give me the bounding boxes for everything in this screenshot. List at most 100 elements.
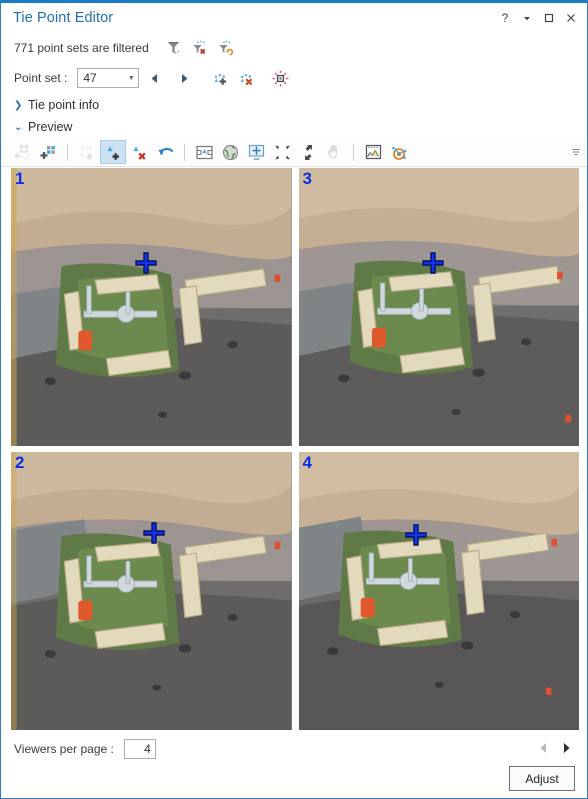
viewer-1[interactable]: 1 bbox=[11, 168, 292, 446]
viewer-number: 4 bbox=[302, 453, 312, 472]
image-statistics-button[interactable] bbox=[360, 140, 386, 164]
tie-point-crosshair bbox=[405, 524, 427, 547]
filter-refresh-icon bbox=[219, 39, 233, 55]
point-set-bar: Point set : 47 ▼ bbox=[1, 62, 587, 94]
toolbar-separator bbox=[67, 143, 68, 161]
aerial-image bbox=[298, 168, 579, 446]
add-tie-point-button[interactable] bbox=[100, 140, 126, 164]
target-residuals-button[interactable] bbox=[386, 140, 412, 164]
hand-icon bbox=[327, 144, 337, 159]
next-point-set-button[interactable] bbox=[169, 66, 199, 90]
adjust-row: Adjust bbox=[1, 766, 587, 791]
question-mark-icon: ? bbox=[501, 11, 509, 25]
image-chart-icon bbox=[365, 144, 381, 159]
viewer-number: 1 bbox=[15, 169, 25, 188]
clear-filter-button[interactable] bbox=[187, 36, 213, 60]
expand-arrows-icon bbox=[304, 144, 312, 160]
tie-point-editor-window: Tie Point Editor ? 771 point sets are fi… bbox=[0, 0, 588, 799]
center-point-icon bbox=[248, 144, 264, 160]
preview-label: Preview bbox=[28, 120, 73, 134]
point-set-select[interactable]: 47 ▼ bbox=[77, 68, 140, 88]
target-icon bbox=[391, 145, 407, 160]
next-page-button[interactable] bbox=[560, 741, 573, 758]
single-add-point-icon bbox=[106, 146, 119, 160]
chevron-down-icon: ▼ bbox=[127, 74, 135, 82]
point-set-add-icon bbox=[214, 72, 226, 85]
expand-viewers-button[interactable] bbox=[295, 140, 321, 164]
arrow-right-icon bbox=[181, 73, 188, 83]
point-set-value: 47 bbox=[83, 71, 97, 85]
toolbar-overflow-button[interactable] bbox=[565, 140, 587, 164]
filter-icon bbox=[167, 41, 180, 53]
flash-icon bbox=[272, 70, 289, 86]
preview-toolbar bbox=[1, 138, 587, 167]
maximize-button[interactable] bbox=[539, 8, 559, 28]
auto-add-point-icon bbox=[79, 145, 92, 159]
footer-bar: Viewers per page : 4 Adjust bbox=[1, 732, 587, 798]
tie-point-info-label: Tie point info bbox=[28, 98, 100, 112]
viewer-grid: 1 3 2 4 bbox=[1, 167, 587, 732]
reset-tie-points-button[interactable] bbox=[9, 140, 35, 164]
pan-tool-button[interactable] bbox=[321, 140, 347, 164]
viewer-number: 3 bbox=[302, 169, 312, 188]
tie-point-crosshair bbox=[134, 251, 157, 274]
add-point-set-button[interactable] bbox=[207, 66, 233, 90]
point-set-delete-icon bbox=[240, 72, 253, 85]
adjust-button[interactable]: Adjust bbox=[509, 766, 575, 791]
chevron-down-icon bbox=[572, 148, 580, 156]
aerial-image bbox=[11, 168, 292, 446]
close-icon bbox=[567, 14, 575, 22]
arrow-left-icon bbox=[540, 742, 546, 753]
center-point-button[interactable] bbox=[243, 140, 269, 164]
viewer-4[interactable]: 4 bbox=[298, 452, 579, 730]
auto-add-tie-point-button[interactable] bbox=[74, 140, 100, 164]
chevron-right-icon: ❯ bbox=[14, 99, 23, 111]
viewer-2[interactable]: 2 bbox=[11, 452, 292, 730]
undo-arrow-icon bbox=[157, 147, 173, 155]
flash-point-set-button[interactable] bbox=[267, 66, 293, 90]
collapse-arrows-icon bbox=[274, 145, 290, 159]
refresh-filter-button[interactable] bbox=[213, 36, 239, 60]
viewer-3[interactable]: 3 bbox=[298, 168, 579, 446]
undo-button[interactable] bbox=[152, 140, 178, 164]
viewers-per-page-row: Viewers per page : 4 bbox=[1, 732, 587, 766]
chevron-down-icon bbox=[524, 17, 530, 21]
help-button[interactable]: ? bbox=[495, 8, 515, 28]
filter-bar: 771 point sets are filtered bbox=[1, 33, 587, 62]
previous-page-button[interactable] bbox=[537, 741, 550, 758]
aerial-image bbox=[11, 452, 292, 730]
close-button[interactable] bbox=[561, 8, 581, 28]
globe-view-button[interactable] bbox=[217, 140, 243, 164]
add-points-icon bbox=[40, 145, 55, 159]
viewers-per-page-input[interactable]: 4 bbox=[123, 739, 156, 759]
toolbar-separator bbox=[353, 143, 354, 161]
arrow-right-icon bbox=[564, 742, 570, 753]
single-delete-point-icon bbox=[132, 146, 146, 160]
filter-point-sets-button[interactable] bbox=[161, 36, 187, 60]
tie-point-crosshair bbox=[422, 251, 444, 274]
arrow-left-icon bbox=[151, 73, 157, 83]
tie-point-crosshair bbox=[143, 521, 165, 544]
page-navigation bbox=[537, 741, 587, 758]
delete-point-set-button[interactable] bbox=[233, 66, 259, 90]
fit-to-display-button[interactable] bbox=[191, 140, 217, 164]
previous-point-set-button[interactable] bbox=[139, 66, 169, 90]
window-controls: ? bbox=[495, 8, 581, 28]
filter-clear-icon bbox=[193, 39, 206, 54]
viewer-number: 2 bbox=[15, 453, 25, 472]
chevron-down-icon: ⌄ bbox=[14, 121, 23, 133]
collapse-viewers-button[interactable] bbox=[269, 140, 295, 164]
page-title: Tie Point Editor bbox=[13, 10, 114, 26]
maximize-icon bbox=[544, 13, 554, 23]
menu-caret-button[interactable] bbox=[517, 8, 537, 28]
preview-section-header[interactable]: ⌄ Preview bbox=[1, 116, 587, 138]
viewers-per-page-label: Viewers per page : bbox=[14, 742, 114, 756]
add-tie-points-button[interactable] bbox=[35, 140, 61, 164]
delete-tie-point-button[interactable] bbox=[126, 140, 152, 164]
toolbar-separator bbox=[184, 143, 185, 161]
globe-icon bbox=[222, 144, 238, 160]
fit-display-icon bbox=[195, 145, 213, 159]
tie-point-info-section-header[interactable]: ❯ Tie point info bbox=[1, 94, 587, 116]
filter-status-text: 771 point sets are filtered bbox=[14, 40, 149, 55]
reset-points-icon bbox=[14, 144, 29, 160]
